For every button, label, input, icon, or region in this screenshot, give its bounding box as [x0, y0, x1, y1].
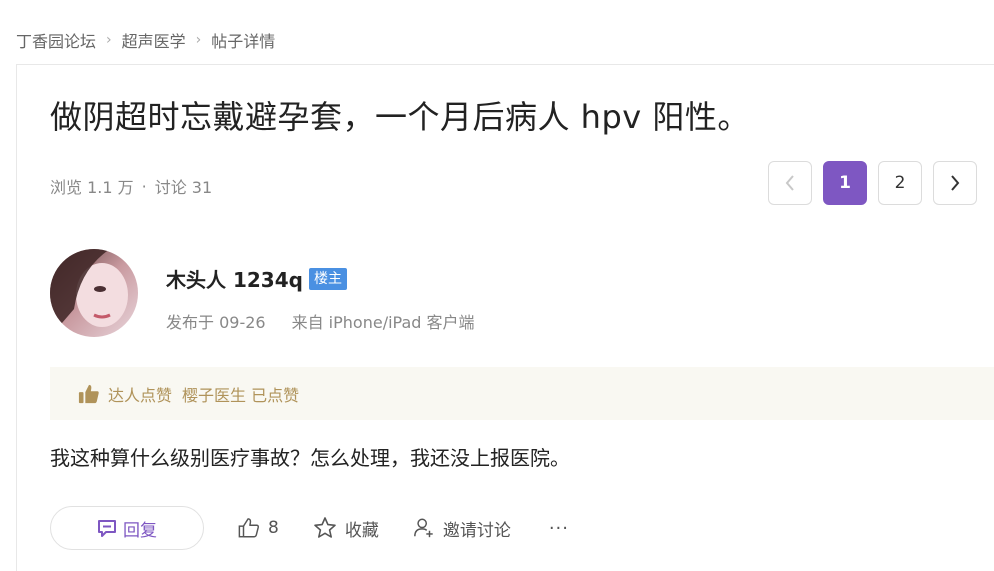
breadcrumb-ultrasound[interactable]: 超声医学 — [122, 28, 186, 52]
chevron-right-icon: › — [195, 32, 202, 48]
post-date: 发布于 09-26 — [166, 313, 266, 332]
expert-liker[interactable]: 樱子医生 已点赞 — [182, 382, 299, 406]
breadcrumb-post-detail: 帖子详情 — [211, 32, 276, 51]
expert-likes-label: 达人点赞 — [108, 385, 173, 405]
like-count: 8 — [268, 518, 279, 538]
more-options-button[interactable]: ··· — [549, 518, 569, 539]
post-actions: 回复 8 收藏 邀请讨论 ··· — [50, 506, 569, 550]
star-icon — [314, 517, 336, 538]
avatar[interactable] — [50, 249, 138, 337]
chevron-right-icon: › — [106, 32, 112, 48]
chevron-right-icon — [951, 175, 960, 191]
prev-page-button[interactable] — [768, 161, 812, 205]
breadcrumb: 丁香园论坛 › 超声医学 › 帖子详情 — [16, 28, 275, 52]
discussion-count: 讨论 31 — [154, 178, 213, 197]
thumbs-up-icon — [78, 384, 99, 403]
post-client: 来自 iPhone/iPad 客户端 — [291, 313, 475, 332]
post-card — [16, 64, 994, 571]
op-badge: 楼主 — [308, 267, 347, 290]
author-line: 木头人 1234q 楼主 — [166, 264, 347, 293]
invite-label: 邀请讨论 — [442, 520, 511, 541]
reply-label: 回复 — [123, 520, 157, 541]
author-name[interactable]: 木头人 1234q — [166, 264, 303, 293]
view-count: 浏览 1.1 万 — [50, 178, 134, 197]
favorite-label: 收藏 — [344, 520, 379, 541]
next-page-button[interactable] — [933, 161, 977, 205]
expert-likes-box: 达人点赞 樱子医生 已点赞 — [50, 367, 994, 420]
like-button[interactable]: 8 — [238, 517, 279, 539]
invite-discussion-button[interactable]: 邀请讨论 — [413, 516, 511, 541]
post-meta: 浏览 1.1 万 · 讨论 31 — [50, 174, 212, 198]
comment-icon — [98, 520, 116, 537]
pagination: 1 2 — [768, 161, 977, 205]
reply-button[interactable]: 回复 — [50, 506, 204, 550]
favorite-button[interactable]: 收藏 — [313, 516, 379, 541]
add-user-icon — [413, 518, 433, 538]
chevron-left-icon — [785, 175, 794, 191]
post-info: 发布于 09-26 来自 iPhone/iPad 客户端 — [166, 309, 475, 333]
breadcrumb-forum[interactable]: 丁香园论坛 — [16, 28, 96, 52]
post-content: 我这种算什么级别医疗事故？怎么处理，我还没上报医院。 — [50, 446, 570, 470]
meta-separator: · — [141, 176, 147, 196]
thumbs-up-icon — [238, 518, 259, 538]
page-2-button[interactable]: 2 — [878, 161, 922, 205]
post-title: 做阴超时忘戴避孕套，一个月后病人 hpv 阳性。 — [50, 98, 750, 136]
page-1-button[interactable]: 1 — [823, 161, 867, 205]
